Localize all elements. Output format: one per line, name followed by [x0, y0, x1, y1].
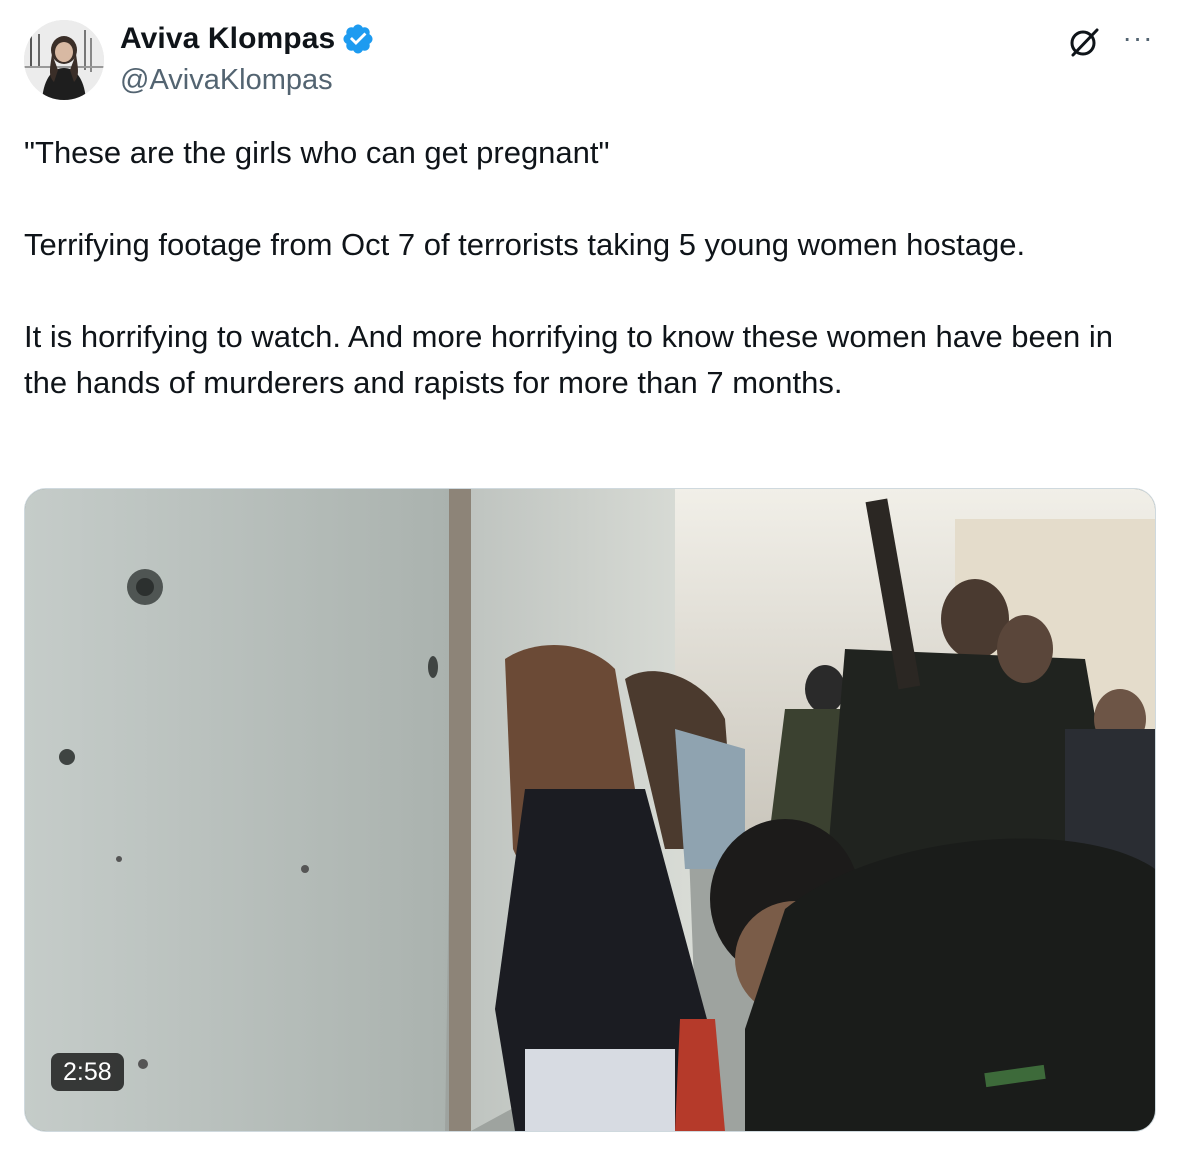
avatar-photo [24, 20, 104, 100]
tweet-paragraph: Terrifying footage from Oct 7 of terrori… [24, 227, 1026, 262]
tweet-paragraph: It is horrifying to watch. And more horr… [24, 319, 1114, 400]
verified-badge-icon[interactable] [341, 22, 375, 56]
avatar[interactable] [24, 20, 104, 100]
author-name-row: Aviva Klompas [120, 22, 375, 56]
tweet-paragraph: "These are the girls who can get pregnan… [24, 135, 610, 170]
tweet-text: "These are the girls who can get pregnan… [24, 130, 1158, 406]
display-name[interactable]: Aviva Klompas [120, 22, 335, 56]
grok-button[interactable] [1064, 22, 1104, 62]
author-handle[interactable]: @AvivaKlompas [120, 64, 333, 97]
more-options-button[interactable]: ··· [1118, 22, 1158, 62]
video-player[interactable]: 2:58 [24, 488, 1156, 1132]
video-duration: 2:58 [51, 1053, 124, 1091]
grok-icon [1070, 28, 1099, 57]
video-thumbnail [25, 489, 1155, 1131]
tweet-card: Aviva Klompas @AvivaKlompas ··· "These a… [0, 0, 1182, 1166]
